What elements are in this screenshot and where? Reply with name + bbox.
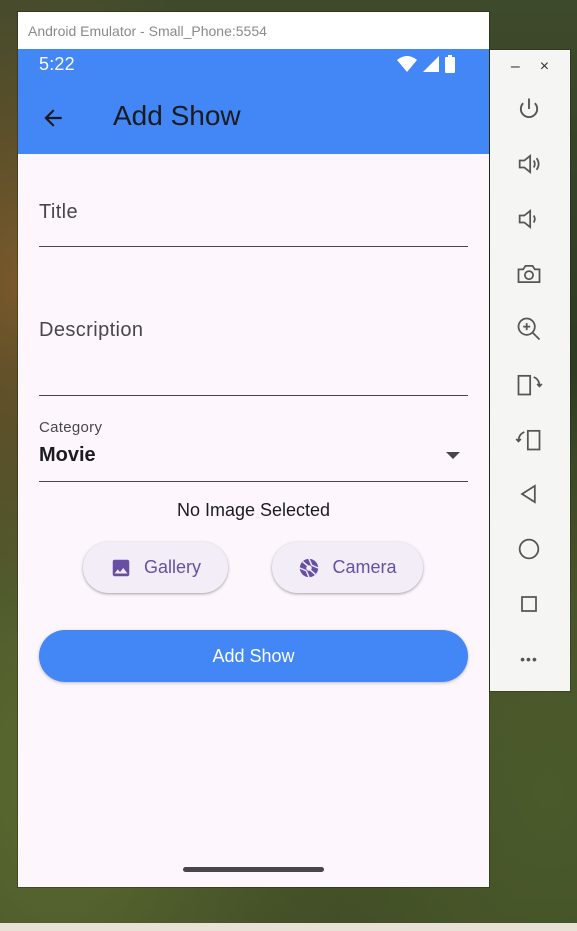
volume-up-button[interactable] [514, 149, 544, 179]
page-title: Add Show [113, 100, 241, 131]
circle-home-icon [518, 538, 540, 560]
camera-aperture-icon [300, 558, 319, 577]
minimize-button[interactable]: – [511, 58, 520, 78]
cellular-signal-icon [423, 56, 439, 72]
add-show-button-label: Add Show [212, 645, 295, 666]
close-button[interactable]: × [540, 58, 549, 78]
title-input[interactable]: Title [39, 154, 468, 247]
status-time: 5:22 [39, 54, 75, 74]
more-options-button[interactable]: ••• [514, 644, 544, 674]
back-arrow-icon[interactable] [40, 105, 66, 131]
dropdown-arrow-icon [446, 452, 460, 459]
rotate-right-button[interactable] [514, 424, 544, 454]
rotate-right-icon [515, 429, 541, 451]
wifi-icon [397, 56, 417, 72]
add-show-button[interactable]: Add Show [39, 630, 468, 682]
screenshot-button[interactable] [514, 259, 544, 289]
zoom-button[interactable] [514, 314, 544, 344]
zoom-in-icon [517, 317, 541, 341]
phone-screen: 5:22 Add Show Title Description Category… [18, 49, 489, 887]
overview-button[interactable] [514, 589, 544, 619]
home-indicator[interactable] [183, 867, 324, 872]
status-icons [397, 55, 455, 73]
emulator-title-bar[interactable]: Android Emulator - Small_Phone:5554 [18, 12, 489, 49]
home-button[interactable] [514, 534, 544, 564]
category-dropdown[interactable]: Category Movie [39, 407, 468, 482]
title-input-label: Title [39, 201, 79, 223]
gallery-button[interactable]: Gallery [83, 542, 228, 593]
toolbar-window-controls: – × [490, 58, 570, 78]
back-button[interactable] [514, 479, 544, 509]
camera-icon [517, 264, 541, 284]
volume-down-icon [518, 209, 536, 229]
app-bar: Add Show [18, 79, 489, 154]
emulator-toolbar: – × ••• [490, 50, 570, 691]
volume-down-button[interactable] [514, 204, 544, 234]
category-label: Category [39, 419, 103, 436]
rotate-left-button[interactable] [514, 369, 544, 399]
description-input[interactable]: Description [39, 274, 468, 396]
volume-up-icon [518, 154, 540, 174]
desktop-taskbar-edge [0, 923, 577, 931]
emulator-window: Android Emulator - Small_Phone:5554 5:22 [18, 12, 489, 887]
camera-button[interactable]: Camera [272, 542, 423, 593]
power-button[interactable] [514, 94, 544, 124]
image-icon [112, 559, 130, 576]
description-input-label: Description [39, 319, 144, 341]
status-bar: 5:22 [18, 49, 489, 79]
emulator-title: Android Emulator - Small_Phone:5554 [28, 22, 267, 39]
triangle-back-icon [520, 484, 536, 504]
category-selected-value: Movie [39, 444, 96, 466]
camera-button-label: Camera [332, 557, 397, 577]
rotate-left-icon [517, 374, 543, 396]
more-icon: ••• [520, 651, 538, 667]
square-overview-icon [521, 596, 537, 612]
battery-icon [445, 55, 455, 73]
image-status-text: No Image Selected [176, 500, 331, 520]
gallery-button-label: Gallery [143, 557, 201, 577]
power-icon [519, 98, 539, 118]
